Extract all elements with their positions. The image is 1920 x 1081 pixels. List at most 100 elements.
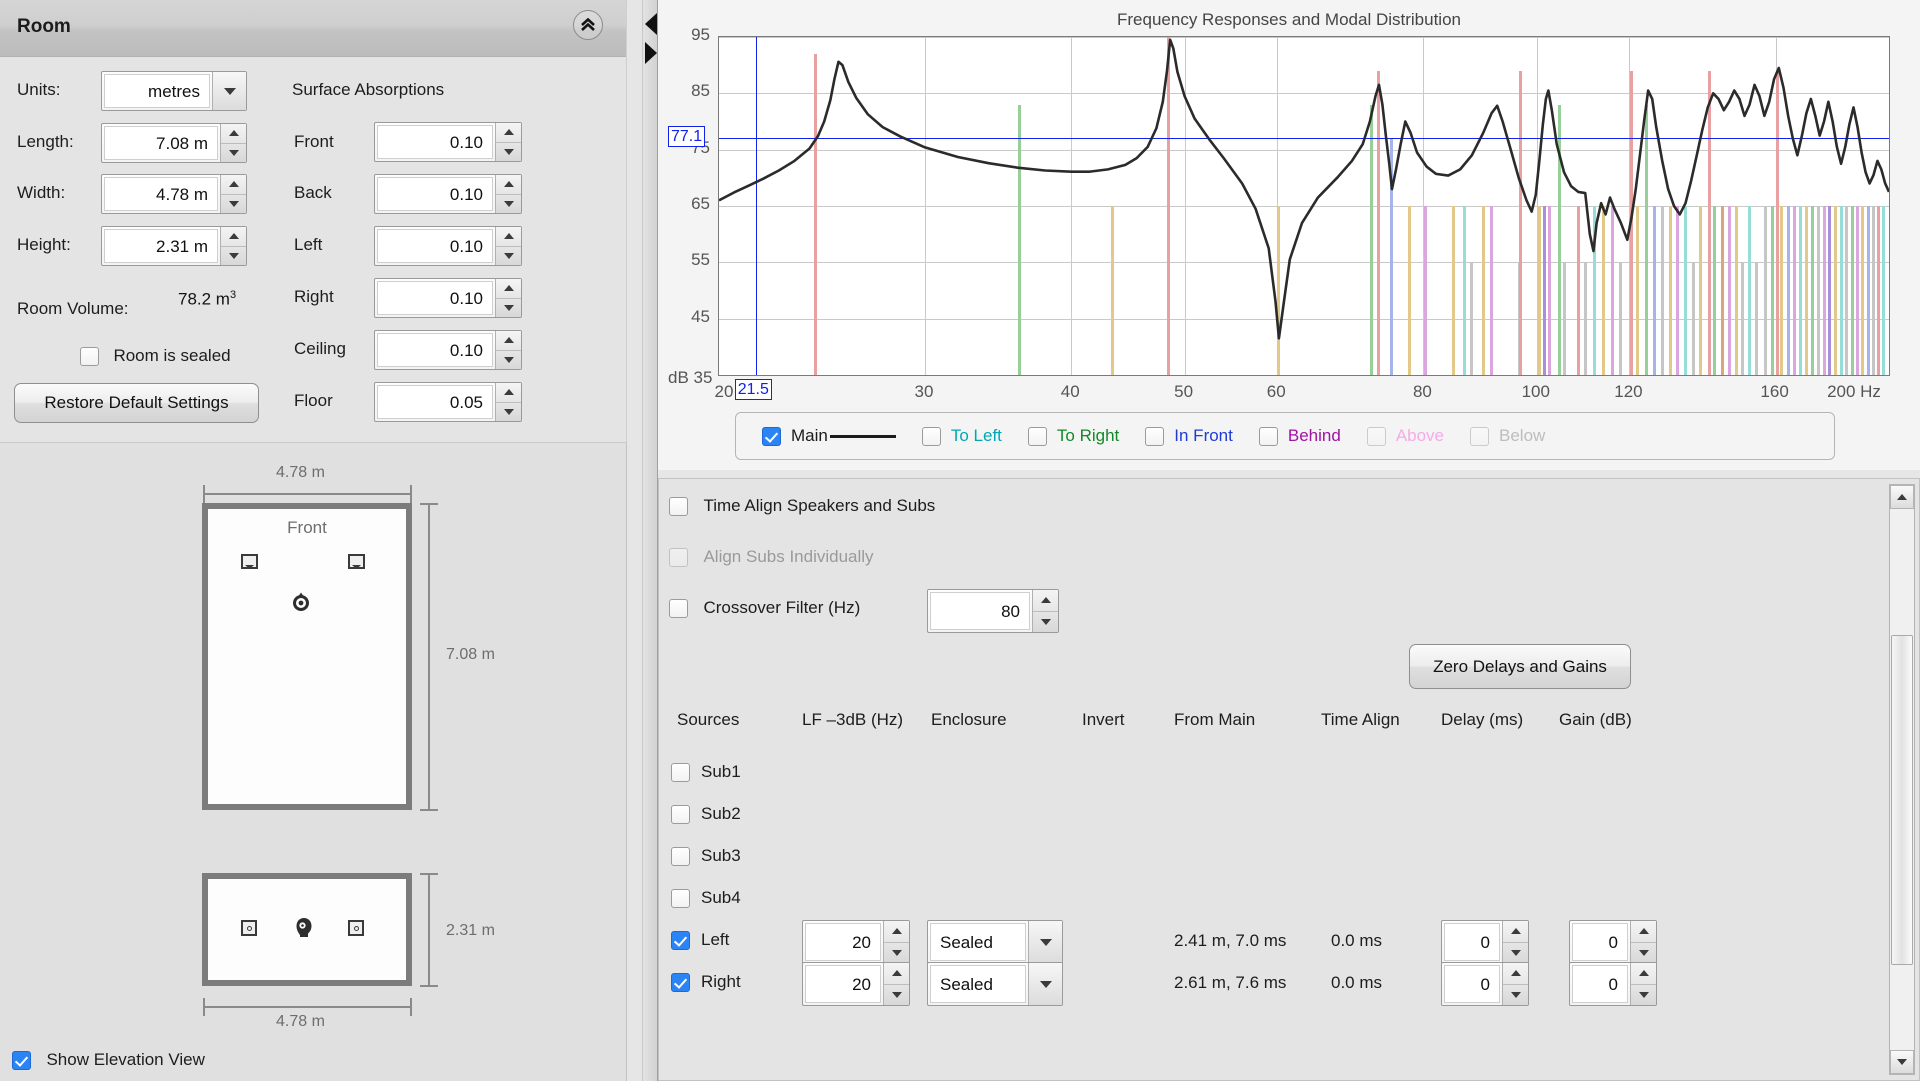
legend-item-to-right[interactable]: To Right [1027,426,1119,446]
decrement-button[interactable] [884,943,909,964]
absorption-spinner-right[interactable] [495,279,521,317]
checkbox-box[interactable] [1258,426,1278,446]
chevron-double-up-icon[interactable] [573,10,603,40]
absorption-value-floor[interactable]: 0.05 [377,385,493,419]
decrement-button[interactable] [1503,943,1528,964]
checkbox-box[interactable] [671,804,690,824]
checkbox-box[interactable] [669,598,688,618]
length-value[interactable]: 7.08 m [104,126,218,160]
checkbox-box[interactable] [671,846,690,866]
increment-button[interactable] [1503,963,1528,985]
absorption-spinner-back[interactable] [495,175,521,213]
checkbox-box[interactable] [669,496,688,516]
chart-cursor-y-value[interactable]: 77.1 [668,125,706,147]
lf-stepper-right[interactable]: 20 [802,962,910,1006]
absorption-stepper-back[interactable]: 0.10 [374,174,522,214]
speaker-right-icon[interactable] [348,554,365,569]
decrement-button[interactable] [496,247,521,266]
legend-item-behind[interactable]: Behind [1258,426,1341,446]
length-spinner[interactable] [220,124,246,162]
crossover-filter-stepper[interactable]: 80 [927,589,1059,633]
height-decrement-button[interactable] [221,247,246,266]
absorption-stepper-front[interactable]: 0.10 [374,122,522,162]
speakers-panel-scrollbar[interactable] [1889,484,1915,1075]
source-row-sub2[interactable]: Sub2 [671,804,741,824]
absorption-stepper-left[interactable]: 0.10 [374,226,522,266]
checkbox-box[interactable] [671,930,690,950]
absorption-spinner-ceiling[interactable] [495,331,521,369]
increment-button[interactable] [496,175,521,195]
increment-button[interactable] [1631,921,1656,943]
increment-button[interactable] [496,123,521,143]
decrement-button[interactable] [496,143,521,162]
height-spinner[interactable] [220,227,246,265]
decrement-button[interactable] [496,351,521,370]
panel-splitter[interactable] [642,0,658,1081]
decrement-button[interactable] [1631,985,1656,1006]
absorption-value-back[interactable]: 0.10 [377,177,493,211]
crossover-filter-checkbox[interactable]: Crossover Filter (Hz) [669,598,860,618]
decrement-button[interactable] [1033,612,1058,633]
length-stepper[interactable]: 7.08 m [101,123,247,163]
increment-button[interactable] [884,963,909,985]
width-value[interactable]: 4.78 m [104,177,218,211]
decrement-button[interactable] [1631,943,1656,964]
room-is-sealed-checkbox[interactable]: Room is sealed [80,346,231,366]
length-increment-button[interactable] [221,124,246,144]
legend-item-to-left[interactable]: To Left [921,426,1002,446]
absorption-value-ceiling[interactable]: 0.10 [377,333,493,367]
lf-value[interactable]: 20 [805,923,881,961]
chevron-down-icon[interactable] [1028,921,1062,963]
speaker-right-elevation-icon[interactable] [348,920,364,936]
source-row-sub4[interactable]: Sub4 [671,888,741,908]
height-stepper[interactable]: 2.31 m [101,226,247,266]
absorption-stepper-ceiling[interactable]: 0.10 [374,330,522,370]
spinner[interactable] [1502,963,1528,1005]
width-stepper[interactable]: 4.78 m [101,174,247,214]
checkbox-box[interactable] [671,972,690,992]
enclosure-combo-left[interactable]: Sealed [927,920,1063,964]
checkbox-box[interactable] [671,888,690,908]
increment-button[interactable] [496,331,521,351]
checkbox-box[interactable] [921,426,941,446]
height-value[interactable]: 2.31 m [104,229,218,263]
height-increment-button[interactable] [221,227,246,247]
enclosure-combo-right[interactable]: Sealed [927,962,1063,1006]
speaker-left-elevation-icon[interactable] [241,920,257,936]
source-row-right[interactable]: Right [671,972,741,992]
increment-button[interactable] [496,227,521,247]
spinner[interactable] [883,963,909,1005]
delay-stepper-right[interactable]: 0 [1441,962,1529,1006]
checkbox-box[interactable] [671,762,690,782]
increment-button[interactable] [1631,963,1656,985]
plan-room-rect[interactable]: Front [202,503,412,810]
decrement-button[interactable] [1503,985,1528,1006]
increment-button[interactable] [1503,921,1528,943]
width-spinner[interactable] [220,175,246,213]
delay-value[interactable]: 0 [1444,923,1500,961]
chevron-down-icon[interactable] [212,72,246,110]
units-combo[interactable]: metres [101,71,247,111]
width-increment-button[interactable] [221,175,246,195]
restore-default-settings-button[interactable]: Restore Default Settings [14,383,259,423]
speaker-left-icon[interactable] [241,554,258,569]
decrement-button[interactable] [496,299,521,318]
legend-item-in-front[interactable]: In Front [1145,426,1233,446]
lf-stepper-left[interactable]: 20 [802,920,910,964]
absorption-stepper-right[interactable]: 0.10 [374,278,522,318]
source-row-sub3[interactable]: Sub3 [671,846,741,866]
absorption-value-front[interactable]: 0.10 [377,125,493,159]
increment-button[interactable] [1033,590,1058,612]
chart-cursor-x-value[interactable]: 21.5 [734,379,772,400]
crossover-filter-value[interactable]: 80 [930,592,1030,630]
length-decrement-button[interactable] [221,144,246,163]
zero-delays-and-gains-button[interactable]: Zero Delays and Gains [1409,644,1631,689]
decrement-button[interactable] [496,403,521,422]
scroll-down-button[interactable] [1890,1050,1914,1074]
expand-right-arrow-icon[interactable] [645,42,657,64]
listener-head-icon[interactable] [292,915,316,944]
scroll-up-button[interactable] [1890,485,1914,509]
elevation-room-rect[interactable] [202,873,412,986]
spinner[interactable] [1630,963,1656,1005]
listener-position-icon[interactable] [290,591,312,618]
